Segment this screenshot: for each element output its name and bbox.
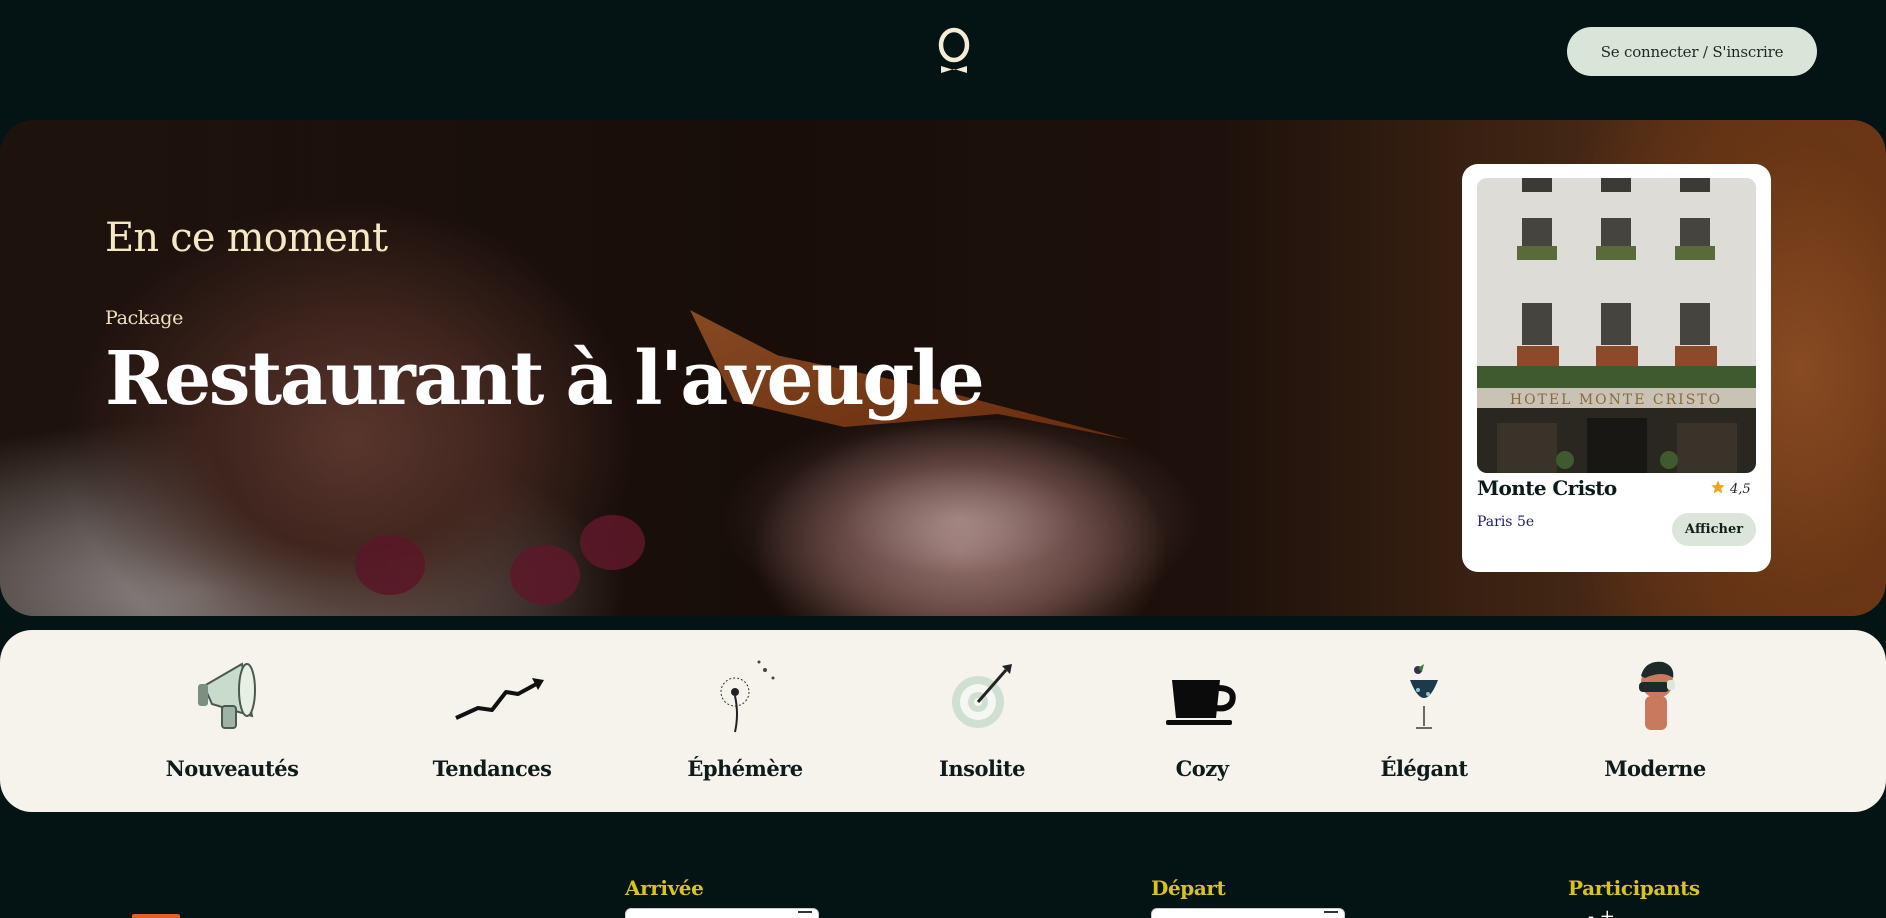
hotel-name[interactable]: Monte Cristo [1477,476,1617,500]
cocktail-icon [1384,656,1464,736]
category-label: Cozy [1175,756,1229,781]
megaphone-icon [192,656,272,736]
departure-label: Départ [1151,876,1226,900]
star-icon [1710,479,1726,499]
dandelion-icon [705,656,785,736]
category-tendances[interactable]: Tendances [402,630,582,812]
target-icon [942,656,1022,736]
arrival-date-input[interactable] [625,908,819,918]
category-bar: Nouveautés Tendances Éphémère Insolite C… [0,630,1886,812]
category-nouveautes[interactable]: Nouveautés [142,630,322,812]
participants-stepper[interactable]: - + [1588,906,1668,918]
arrival-label: Arrivée [625,876,704,900]
hero-tag: Package [105,307,184,329]
calendar-icon [798,911,812,917]
category-insolite[interactable]: Insolite [892,630,1072,812]
login-signup-button[interactable]: Se connecter / S'inscrire [1567,27,1817,76]
hero-eyebrow: En ce moment [105,215,388,261]
top-bar: Se connecter / S'inscrire [0,0,1886,106]
category-label: Tendances [432,756,552,781]
modern-person-icon [1615,656,1695,736]
category-moderne[interactable]: Moderne [1565,630,1745,812]
trend-arrow-icon [452,656,544,736]
search-accent-mark [132,914,180,918]
rating-value: 4,5 [1730,481,1751,497]
search-bar: Arrivée Départ Participants - + [0,826,1886,918]
departure-date-input[interactable] [1151,908,1345,918]
hero-title[interactable]: Restaurant à l'aveugle [105,336,985,422]
logo-icon[interactable] [937,26,971,76]
category-label: Moderne [1604,756,1706,781]
category-label: Élégant [1380,756,1468,781]
participants-label: Participants [1568,876,1700,900]
category-label: Éphémère [687,756,803,781]
coffee-cup-icon [1162,656,1242,736]
svg-text:HOTEL MONTE CRISTO: HOTEL MONTE CRISTO [1510,392,1722,408]
category-elegant[interactable]: Élégant [1334,630,1514,812]
hotel-city: Paris 5e [1477,514,1535,530]
hotel-rating: 4,5 [1710,479,1751,499]
show-hotel-button[interactable]: Afficher [1672,513,1756,546]
hotel-photo[interactable]: HOTEL MONTE CRISTO [1477,178,1756,473]
category-label: Nouveautés [165,756,299,781]
category-cozy[interactable]: Cozy [1112,630,1292,812]
hotel-card[interactable]: HOTEL MONTE CRISTO Monte Cristo 4,5 Pari… [1462,164,1771,572]
category-ephemere[interactable]: Éphémère [655,630,835,812]
calendar-icon [1324,911,1338,917]
category-label: Insolite [939,756,1025,781]
